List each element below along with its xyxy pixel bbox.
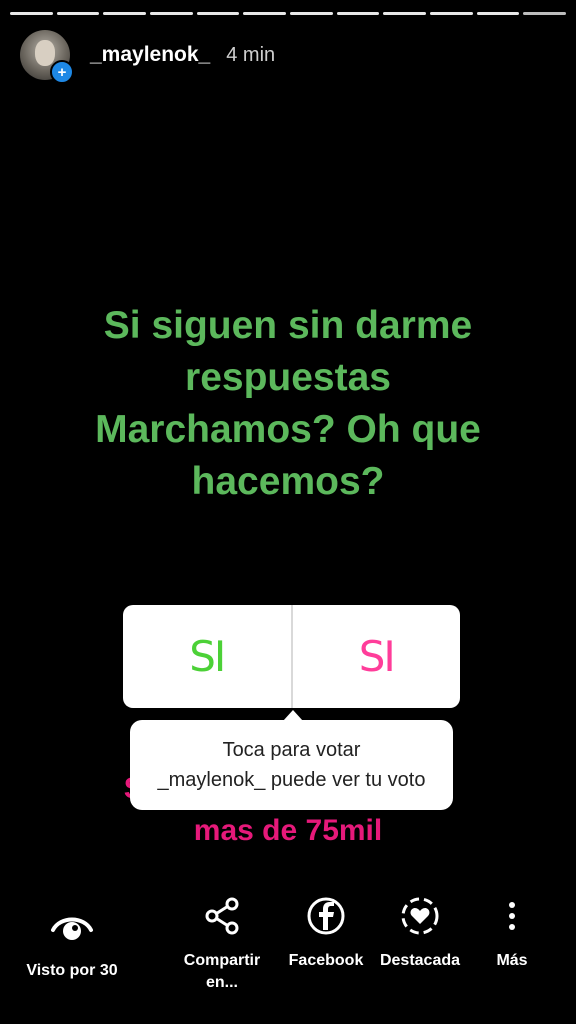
progress-segment bbox=[196, 12, 240, 15]
seen-by-label: Visto por 30 bbox=[26, 962, 118, 979]
story-text-line: hacemos? bbox=[191, 460, 385, 503]
tooltip-line-visibility: _maylenok_ puede ver tu voto bbox=[157, 769, 426, 791]
tooltip-line-tap-to-vote: Toca para votar bbox=[222, 739, 361, 761]
progress-segment bbox=[383, 12, 427, 15]
avatar[interactable]: + bbox=[20, 30, 74, 84]
share-button[interactable]: Compartir en... bbox=[176, 890, 268, 994]
add-story-plus-icon[interactable]: + bbox=[50, 60, 74, 84]
highlight-label: Destacada bbox=[379, 952, 461, 969]
progress-segment bbox=[10, 12, 53, 15]
story-action-bar: Visto por 30 Compartir en... Facebook De… bbox=[0, 890, 576, 1010]
seen-by-button[interactable]: Visto por 30 bbox=[22, 890, 122, 982]
facebook-button[interactable]: Facebook bbox=[284, 890, 368, 972]
story-text-line: respuestas bbox=[185, 356, 391, 399]
username[interactable]: _maylenok_ bbox=[90, 43, 210, 67]
eye-icon bbox=[50, 900, 94, 952]
facebook-label: Facebook bbox=[288, 952, 364, 969]
progress-segment bbox=[290, 12, 333, 15]
highlight-heart-icon bbox=[398, 890, 442, 942]
progress-segment-current bbox=[523, 12, 567, 15]
share-label: Compartir en... bbox=[183, 952, 261, 991]
progress-segment bbox=[56, 12, 100, 15]
highlight-button[interactable]: Destacada bbox=[374, 890, 466, 972]
progress-segment bbox=[150, 12, 193, 15]
story-screen[interactable]: + _maylenok_ 4 min Si siguen sin darme r… bbox=[0, 0, 576, 1024]
progress-segment bbox=[103, 12, 147, 15]
story-time: 4 min bbox=[226, 43, 276, 66]
story-header: + _maylenok_ 4 min bbox=[20, 30, 276, 84]
avatar-photo bbox=[35, 40, 55, 66]
story-progress-bar bbox=[10, 12, 567, 16]
facebook-icon bbox=[304, 890, 348, 942]
progress-segment bbox=[430, 12, 473, 15]
story-secondary-text-line: mas de 75mil bbox=[193, 814, 383, 847]
progress-segment bbox=[336, 12, 380, 15]
more-label: Más bbox=[496, 952, 528, 969]
poll-option-left[interactable]: SI bbox=[123, 605, 291, 708]
vote-tooltip: Toca para votar _maylenok_ puede ver tu … bbox=[130, 710, 453, 810]
progress-segment bbox=[243, 12, 287, 15]
poll-option-right[interactable]: SI bbox=[293, 605, 461, 708]
story-text-line: Marchamos? Oh que bbox=[95, 408, 481, 451]
more-vertical-icon bbox=[490, 890, 534, 942]
poll-sticker: SI SI bbox=[123, 605, 460, 708]
more-button[interactable]: Más bbox=[486, 890, 538, 972]
share-icon bbox=[200, 890, 244, 942]
story-text-line: Si siguen sin darme bbox=[103, 304, 473, 347]
progress-segment bbox=[476, 12, 520, 15]
story-text: Si siguen sin darme respuestas Marchamos… bbox=[40, 300, 536, 508]
